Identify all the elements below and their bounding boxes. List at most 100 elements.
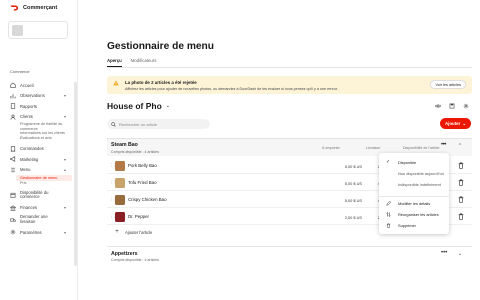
banner-text: Affichez les articles pour ajouter de no… <box>125 86 338 91</box>
item-name: Tofu Fried Bao <box>128 180 157 185</box>
item-thumbnail <box>115 194 125 205</box>
trash-icon[interactable] <box>458 196 464 203</box>
item-pickup-price: 5,00 $ US <box>344 197 362 203</box>
store-subtitle: Commerce <box>10 69 30 74</box>
brand: Commerçant <box>10 5 57 11</box>
chevron-down-icon[interactable]: ⌄ <box>458 251 462 257</box>
sidebar-item-settings[interactable]: Paramètres ▾ <box>10 227 72 238</box>
report-icon <box>10 103 16 109</box>
store-selector[interactable] <box>8 21 68 39</box>
trash-icon <box>386 223 391 228</box>
sidebar-item-insights[interactable]: Observations ▾ <box>10 91 72 102</box>
menu-toolbar <box>434 102 469 109</box>
sidebar-item-orders[interactable]: Commandes <box>10 143 72 154</box>
sidebar-item-request-delivery[interactable]: Demander une livraison <box>10 213 72 227</box>
menu-selector[interactable]: House of Pho ⌄ <box>107 101 170 111</box>
chevron-down-icon: ⌄ <box>165 103 170 109</box>
add-button[interactable]: Ajouter ⌄ <box>440 118 471 129</box>
option-available[interactable]: Disponible <box>398 160 416 165</box>
item-pickup-price: 5,00 $ US <box>344 163 362 169</box>
sidebar-subitem-reviews[interactable]: Évaluations et avis <box>10 136 72 141</box>
chevron-down-icon: ▾ <box>63 229 66 235</box>
warning-icon <box>113 80 119 86</box>
column-header-availability: Disponibilité de l'article <box>403 146 440 150</box>
view-items-button[interactable]: Voir les articles <box>430 80 466 89</box>
eye-icon[interactable] <box>434 102 441 109</box>
sidebar-item-reports[interactable]: Rapports <box>10 101 72 112</box>
gear-icon <box>10 229 16 235</box>
option-unavailable-today[interactable]: Non disponible aujourd'hui <box>398 171 444 176</box>
action-reorder-items[interactable]: Réorganiser les articles <box>398 212 439 217</box>
item-thumbnail <box>115 211 125 222</box>
sidebar-item-label: Marketing <box>20 156 39 162</box>
category-availability: Compris disponible : 4 articles <box>111 149 159 154</box>
search-icon <box>111 121 116 127</box>
calendar-icon <box>10 192 16 199</box>
home-icon <box>10 82 16 88</box>
item-pickup-price: 2,00 $ US <box>344 214 362 220</box>
banner-title: La photo de 2 articles a été rejetée <box>125 80 197 85</box>
add-button-label: Ajouter <box>444 121 461 126</box>
sidebar-item-marketing[interactable]: Marketing ▾ <box>10 154 72 165</box>
chevron-down-icon: ▾ <box>63 156 66 162</box>
more-options-icon[interactable]: ••• <box>441 142 446 148</box>
page-title: Gestionnaire de menu <box>107 41 214 52</box>
sidebar: Commerçant Commerce Accueil Observations… <box>0 0 78 300</box>
menu-name: House of Pho <box>107 101 162 111</box>
add-item-label: Ajouter l'article <box>125 229 153 235</box>
add-item-button[interactable]: + Ajouter l'article <box>107 226 152 238</box>
category-availability: Compris disponible : 4 articles <box>111 258 159 262</box>
sidebar-item-store-availability[interactable]: Disponibilité du commerce <box>10 188 72 202</box>
sidebar-item-label: Accueil <box>20 82 34 88</box>
trash-icon[interactable] <box>458 162 464 169</box>
sidebar-item-label: Observations <box>20 93 45 99</box>
chevron-down-icon: ▾ <box>63 93 66 99</box>
category-name: Appetizers <box>111 251 138 257</box>
rejected-photos-banner: La photo de 2 articles a été rejetée Aff… <box>107 76 472 94</box>
chevron-up-icon: ▴ <box>63 167 66 173</box>
sidebar-item-label: Finances <box>20 205 37 211</box>
chevron-up-icon[interactable]: ⌃ <box>458 143 462 149</box>
chevron-down-icon: ▾ <box>63 114 66 120</box>
megaphone-icon <box>10 156 16 163</box>
item-name: Dr. Pepper <box>128 214 149 219</box>
trash-icon[interactable] <box>458 213 464 220</box>
sidebar-scrollbar[interactable] <box>74 82 77 266</box>
user-icon <box>10 114 16 120</box>
action-delete[interactable]: Supprimer <box>398 223 416 228</box>
chevron-down-icon: ▾ <box>63 205 66 211</box>
sidebar-item-label: Clients <box>20 114 33 120</box>
action-edit-details[interactable]: Modifier les détails <box>398 201 430 206</box>
sidebar-item-customers[interactable]: Clients ▾ <box>10 112 72 123</box>
dropdown-divider <box>379 196 449 197</box>
gear-icon[interactable] <box>462 102 469 109</box>
receipt-icon <box>10 145 16 152</box>
sidebar-item-label: Demander une livraison <box>20 214 48 224</box>
item-thumbnail <box>115 160 125 171</box>
truck-icon <box>10 217 16 223</box>
item-pickup-price: 5,00 $ US <box>344 180 362 186</box>
save-icon[interactable] <box>448 102 455 109</box>
doordash-logo-icon <box>10 5 18 11</box>
store-avatar <box>12 25 23 36</box>
sidebar-item-menu[interactable]: Menu ▴ <box>10 164 72 175</box>
sidebar-item-finances[interactable]: Finances ▾ <box>10 202 72 213</box>
sidebar-subitem-loyalty[interactable]: Programme de fidélité du commerce <box>10 122 72 131</box>
sidebar-nav: Accueil Observations ▾ Rapports Clients … <box>10 80 72 237</box>
bank-icon <box>10 205 16 211</box>
item-name: Pork Belly Bao <box>128 163 157 168</box>
option-unavailable-indefinitely[interactable]: Indisponible indéfiniment <box>398 182 441 187</box>
search-input[interactable] <box>119 119 207 129</box>
sidebar-item-label: Paramètres <box>20 229 42 235</box>
item-options-dropdown: ✓ Disponible Non disponible aujourd'hui … <box>379 153 449 234</box>
app-name: Commerçant <box>23 5 58 11</box>
more-options-icon[interactable]: ••• <box>441 250 447 256</box>
sidebar-item-label: Commandes <box>20 146 44 152</box>
sidebar-subitem-pricing[interactable]: Prix <box>10 181 72 186</box>
sidebar-item-label: Rapports <box>20 103 37 109</box>
main-content: Gestionnaire de menu Aperçu Modificateur… <box>79 0 480 300</box>
pencil-icon <box>386 201 391 206</box>
sidebar-item-label: Disponibilité du commerce <box>20 189 49 200</box>
trash-icon[interactable] <box>458 179 464 186</box>
sidebar-item-home[interactable]: Accueil <box>10 80 72 91</box>
